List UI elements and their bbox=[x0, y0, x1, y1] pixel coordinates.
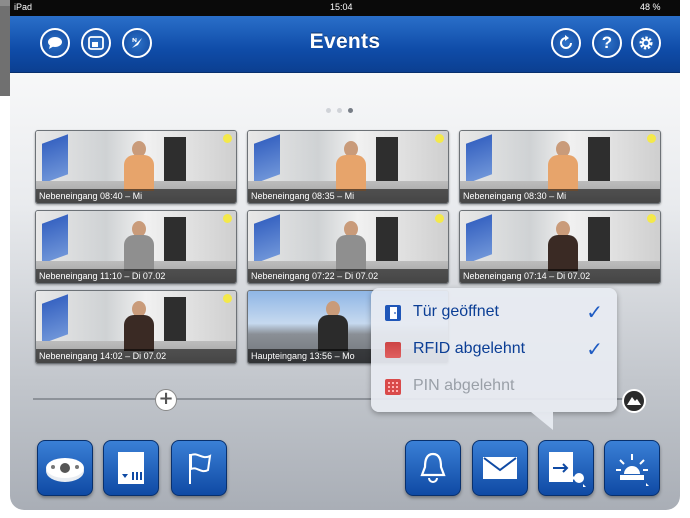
filter-label: RFID abgelehnt bbox=[413, 340, 526, 357]
event-thumbnail[interactable]: Nebeneingang 08:30 – Mi bbox=[459, 130, 661, 204]
event-thumbnail[interactable]: Nebeneingang 07:22 – Di 07.02 bbox=[247, 210, 449, 284]
thumbnail-caption: Nebeneingang 08:40 – Mi bbox=[36, 189, 236, 203]
camera-icon bbox=[46, 458, 84, 482]
marker-dot bbox=[647, 134, 656, 143]
status-bar: iPad 15:04 48 % bbox=[10, 0, 680, 16]
settings-button[interactable] bbox=[631, 28, 661, 58]
filter-label: Tür geöffnet bbox=[413, 303, 499, 320]
refresh-button[interactable] bbox=[551, 28, 581, 58]
thumbnail-caption: Nebeneingang 07:14 – Di 07.02 bbox=[460, 269, 660, 283]
mail-button[interactable] bbox=[472, 440, 528, 496]
popup-tail bbox=[531, 412, 553, 430]
marker-dot bbox=[647, 214, 656, 223]
keypad-icon bbox=[385, 379, 401, 395]
help-icon: ? bbox=[601, 33, 613, 52]
page-dot bbox=[326, 108, 331, 113]
flag-icon bbox=[189, 453, 212, 484]
door-key-icon bbox=[549, 452, 586, 487]
device-label: iPad bbox=[14, 2, 33, 12]
refresh-icon bbox=[560, 35, 572, 49]
thumbnail-caption: Nebeneingang 11:10 – Di 07.02 bbox=[36, 269, 236, 283]
door-icon bbox=[385, 305, 401, 321]
bell-icon bbox=[420, 452, 446, 483]
sd-card-icon bbox=[118, 452, 144, 484]
door-key-button[interactable] bbox=[538, 440, 594, 496]
mountain-icon[interactable] bbox=[622, 389, 646, 413]
gear-icon bbox=[639, 36, 653, 50]
clock: 15:04 bbox=[330, 2, 353, 12]
page-dot bbox=[337, 108, 342, 113]
page-dot-active bbox=[348, 108, 353, 113]
event-thumbnail[interactable]: Nebeneingang 11:10 – Di 07.02 bbox=[35, 210, 237, 284]
left-edge-tab bbox=[0, 0, 10, 96]
navigation-bar: Events ? bbox=[10, 16, 680, 73]
thumbnail-caption: Nebeneingang 08:30 – Mi bbox=[460, 189, 660, 203]
camera-button[interactable] bbox=[37, 440, 93, 496]
help-button[interactable]: ? bbox=[592, 28, 622, 58]
mail-icon bbox=[483, 457, 517, 479]
alarm-light-button[interactable] bbox=[604, 440, 660, 496]
alarm-light-icon bbox=[616, 454, 649, 486]
zoom-plus-icon[interactable]: + bbox=[155, 389, 177, 411]
marker-dot bbox=[435, 134, 444, 143]
filter-item-pin-rejected[interactable]: PIN abgelehnt bbox=[381, 372, 611, 402]
marker-dot bbox=[223, 214, 232, 223]
event-filter-popup: Tür geöffnet ✓ RFID abgelehnt ✓ PIN abge… bbox=[371, 288, 617, 430]
event-thumbnail[interactable]: Nebeneingang 08:35 – Mi bbox=[247, 130, 449, 204]
thumbnail-caption: Nebeneingang 14:02 – Di 07.02 bbox=[36, 349, 236, 363]
battery-label: 48 % bbox=[640, 2, 661, 12]
thumbnail-caption: Nebeneingang 08:35 – Mi bbox=[248, 189, 448, 203]
filter-item-door-opened[interactable]: Tür geöffnet ✓ bbox=[381, 298, 611, 328]
marker-dot bbox=[435, 214, 444, 223]
thumbnail-caption: Nebeneingang 07:22 – Di 07.02 bbox=[248, 269, 448, 283]
checkmark-icon: ✓ bbox=[586, 339, 603, 361]
filter-label: PIN abgelehnt bbox=[413, 377, 515, 394]
marker-dot bbox=[223, 134, 232, 143]
sd-card-button[interactable] bbox=[103, 440, 159, 496]
marker-dot bbox=[223, 294, 232, 303]
bell-button[interactable] bbox=[405, 440, 461, 496]
event-thumbnail[interactable]: Nebeneingang 08:40 – Mi bbox=[35, 130, 237, 204]
rfid-icon bbox=[385, 342, 401, 358]
page-indicator bbox=[326, 98, 359, 117]
checkmark-icon: ✓ bbox=[586, 302, 603, 324]
event-thumbnail[interactable]: Nebeneingang 07:14 – Di 07.02 bbox=[459, 210, 661, 284]
event-thumbnail[interactable]: Nebeneingang 14:02 – Di 07.02 bbox=[35, 290, 237, 364]
flag-button[interactable] bbox=[171, 440, 227, 496]
filter-item-rfid-rejected[interactable]: RFID abgelehnt ✓ bbox=[381, 335, 611, 365]
